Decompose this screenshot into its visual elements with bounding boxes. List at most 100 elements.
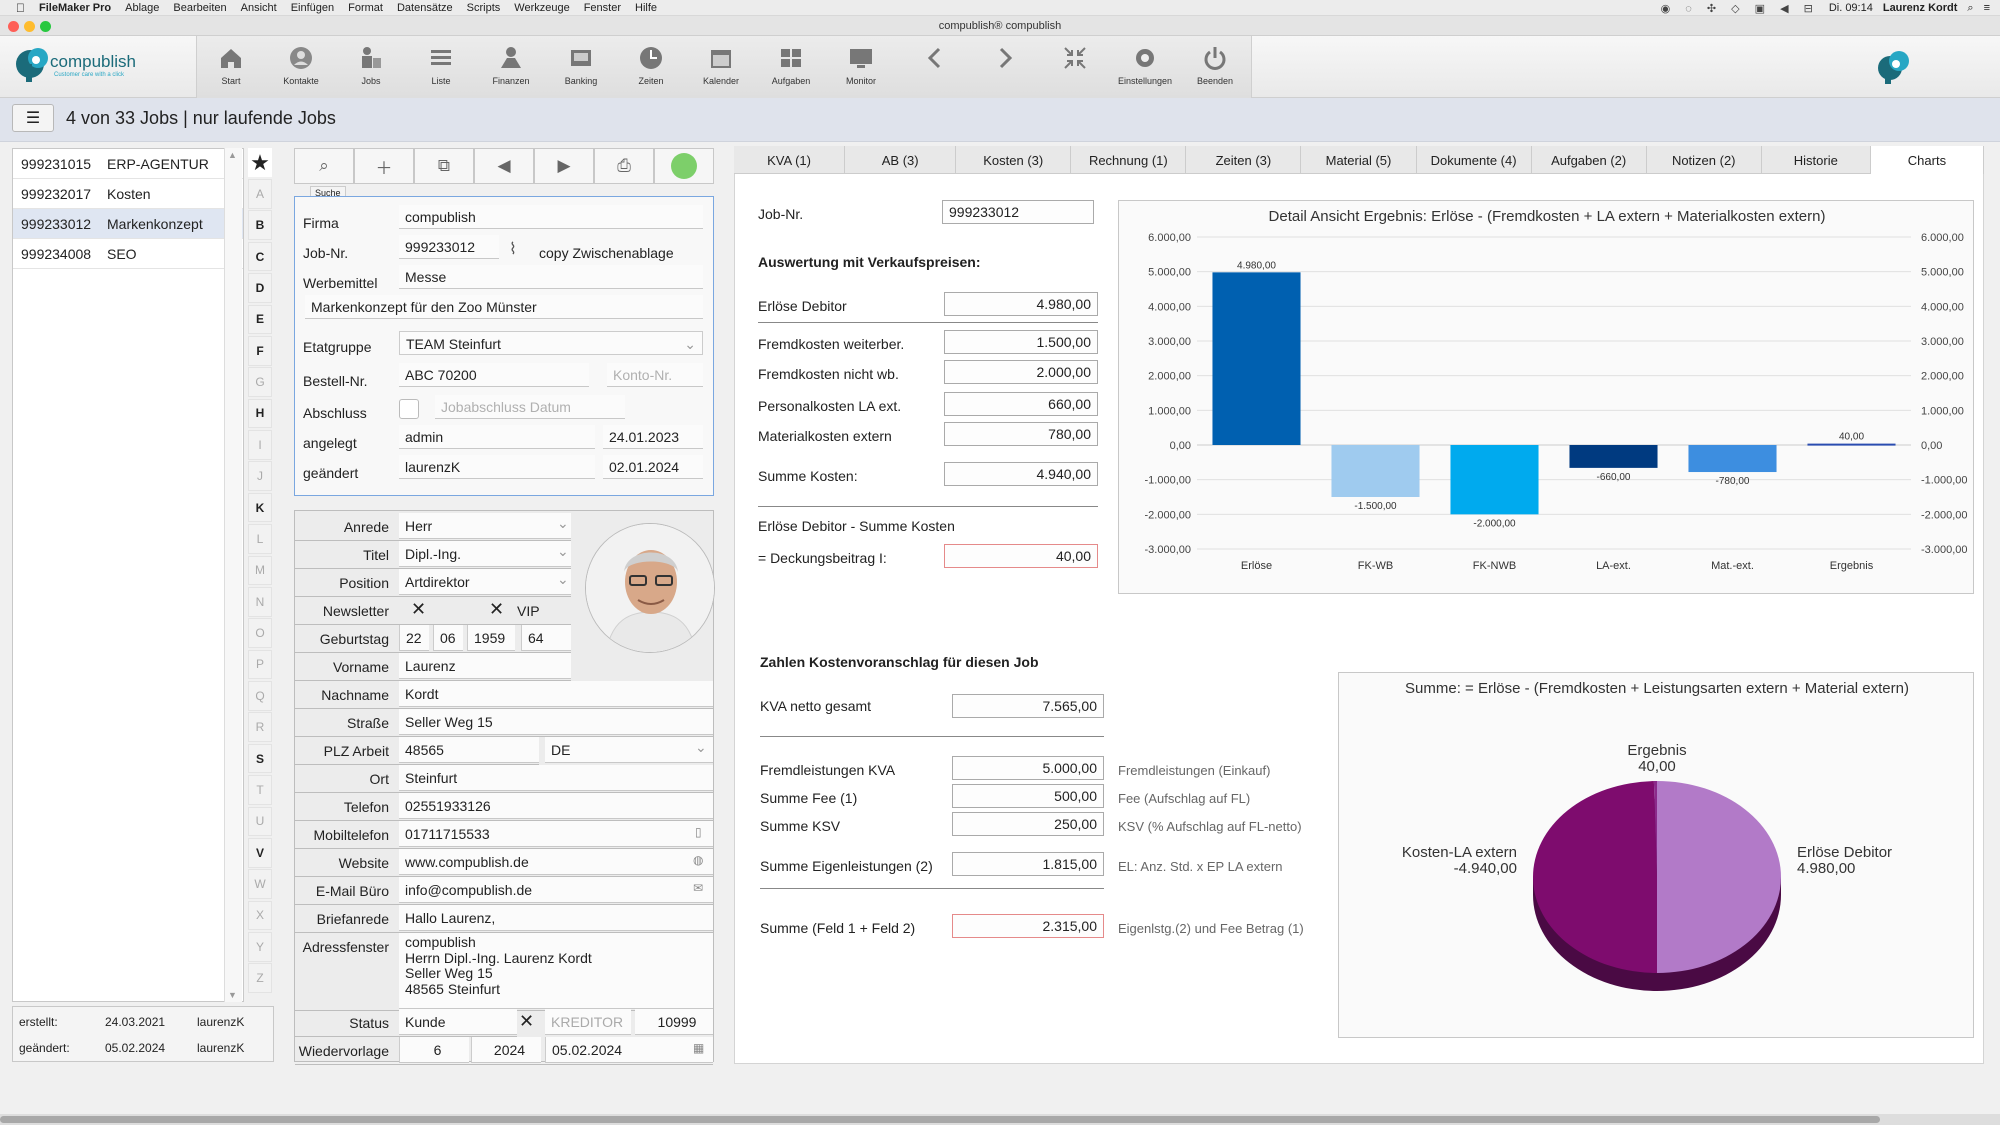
next-record-button[interactable]: ▶ (534, 148, 594, 184)
tab-dokumente[interactable]: Dokumente (4) (1417, 146, 1532, 174)
tab-ab[interactable]: AB (3) (845, 146, 957, 174)
menu-ansicht[interactable]: Ansicht (241, 2, 277, 14)
geburtstag-geb_monat-field[interactable]: 06 (433, 625, 463, 651)
job-list-item[interactable]: 999232017 Kosten (13, 179, 243, 209)
tab-aufgaben[interactable]: Aufgaben (2) (1532, 146, 1647, 174)
horizontal-scrollbar[interactable] (0, 1114, 2000, 1125)
abschluss-checkbox[interactable] (399, 399, 419, 419)
minimize-window-icon[interactable] (24, 21, 35, 32)
alphabet-letter-z[interactable]: Z (248, 963, 272, 994)
newsletter-check-icon[interactable]: ✕ (411, 599, 426, 620)
alphabet-letter-w[interactable]: W (248, 869, 272, 899)
alphabet-letter-v[interactable]: V (248, 837, 272, 868)
alphabet-letter-o[interactable]: O (248, 618, 272, 648)
kva-value[interactable]: 7.565,00 (952, 694, 1104, 718)
nachname-field[interactable]: Kordt (399, 681, 713, 707)
menu-user[interactable]: Laurenz Kordt (1883, 2, 1958, 14)
menu-bearbeiten[interactable]: Bearbeiten (173, 2, 226, 14)
menu-fenster[interactable]: Fenster (584, 2, 621, 14)
status-field[interactable]: Kunde (399, 1009, 517, 1035)
zoom-window-icon[interactable] (40, 21, 51, 32)
mobil-field[interactable]: 01711715533 (399, 821, 713, 847)
werbemittel-field[interactable]: Messe (399, 265, 703, 289)
kontakte-toolbar-button[interactable]: Kontakte (266, 40, 336, 96)
geaendert-date-field[interactable]: 02.01.2024 (603, 455, 703, 479)
wiedervorlage-wv_date-field[interactable]: 05.02.2024 (545, 1037, 713, 1063)
menu-einfügen[interactable]: Einfügen (291, 2, 334, 14)
status-icons[interactable]: ◉ ◌ ✣ ◇ ▣ ◀ ⊟ (1661, 2, 1819, 15)
status-clear-icon[interactable]: ✕ (519, 1011, 534, 1032)
new-record-button[interactable]: ＋ (354, 148, 414, 184)
kva-row-value[interactable]: 500,00 (952, 784, 1104, 808)
beenden-toolbar-button[interactable]: Beenden (1180, 40, 1250, 96)
strasse-field[interactable]: Seller Weg 15 (399, 709, 713, 735)
monitor-toolbar-button[interactable]: Monitor (826, 40, 896, 96)
alphabet-letter-a[interactable]: A (248, 179, 272, 209)
kosten-row-value[interactable]: 2.000,00 (944, 360, 1098, 384)
kva-row-value[interactable]: 2.315,00 (952, 914, 1104, 938)
copy-clipboard-link[interactable]: copy Zwischenablage (539, 245, 674, 261)
menu-scripts[interactable]: Scripts (467, 2, 501, 14)
tab-zeiten[interactable]: Zeiten (3) (1186, 146, 1302, 174)
email-field[interactable]: info@compublish.de (399, 877, 713, 903)
control-center-icon[interactable]: ≡ (1984, 2, 1990, 14)
alphabet-letter-i[interactable]: I (248, 430, 272, 460)
list-toggle-button[interactable]: ☰ (12, 104, 54, 132)
angelegt-date-field[interactable]: 24.01.2023 (603, 425, 703, 449)
alphabet-letter-f[interactable]: F (248, 335, 272, 366)
kalender-toolbar-button[interactable]: Kalender (686, 40, 756, 96)
job-list-item[interactable]: 999233012 Markenkonzept (13, 209, 243, 239)
forward-toolbar-button[interactable] (970, 40, 1040, 96)
menu-ablage[interactable]: Ablage (125, 2, 159, 14)
angelegt-user-field[interactable]: admin (399, 425, 595, 449)
scroll-down-icon[interactable]: ▼ (228, 990, 237, 1000)
abschluss-date-field[interactable]: Jobabschluss Datum (435, 395, 625, 419)
website-field[interactable]: www.compublish.de (399, 849, 713, 875)
firma-field[interactable]: compublish (399, 205, 703, 229)
status-indicator-button[interactable] (654, 148, 714, 184)
tab-charts[interactable]: Charts (1870, 146, 1984, 174)
alphabet-letter-q[interactable]: Q (248, 681, 272, 711)
alphabet-letter-y[interactable]: Y (248, 932, 272, 962)
geaendert-user-field[interactable]: laurenzK (399, 455, 595, 479)
alphabet-letter-j[interactable]: J (248, 461, 272, 492)
scroll-up-icon[interactable]: ▲ (228, 150, 237, 160)
kontonr-field[interactable]: Konto-Nr. (607, 363, 703, 387)
alphabet-letter-p[interactable]: P (248, 649, 272, 680)
alphabet-letter-m[interactable]: M (248, 555, 272, 586)
duplicate-button[interactable]: ⧉ (414, 148, 474, 184)
tab-historie[interactable]: Historie (1762, 146, 1871, 174)
alphabet-letter-b[interactable]: B (248, 210, 272, 241)
tab-notizen[interactable]: Notizen (2) (1647, 146, 1762, 174)
job-description-field[interactable]: Markenkonzept für den Zoo Münster (305, 295, 703, 319)
favorites-star-icon[interactable]: ★ (248, 148, 272, 177)
zeiten-toolbar-button[interactable]: Zeiten (616, 40, 686, 96)
jobnr-field[interactable]: 999233012 (399, 235, 499, 259)
kosten-row-value[interactable]: 660,00 (944, 392, 1098, 416)
bestellnr-field[interactable]: ABC 70200 (399, 363, 589, 387)
alphabet-letter-x[interactable]: X (248, 900, 272, 931)
alphabet-letter-k[interactable]: K (248, 492, 272, 523)
alphabet-letter-u[interactable]: U (248, 806, 272, 837)
etatgruppe-dropdown[interactable]: TEAM Steinfurt ⌄ (399, 331, 703, 355)
spotlight-icon[interactable]: ⌕ (1967, 2, 1973, 15)
job-list-item[interactable]: 999231015 ERP-AGENTUR (13, 149, 243, 179)
briefanrede-field[interactable]: Hallo Laurenz, (399, 905, 713, 931)
vorname-field[interactable]: Laurenz (399, 653, 571, 679)
menu-format[interactable]: Format (348, 2, 383, 14)
menu-app[interactable]: FileMaker Pro (39, 2, 111, 14)
liste-toolbar-button[interactable]: Liste (406, 40, 476, 96)
alphabet-letter-n[interactable]: N (248, 586, 272, 617)
alphabet-letter-e[interactable]: E (248, 304, 272, 335)
menu-werkzeuge[interactable]: Werkzeuge (514, 2, 569, 14)
job-list-scrollbar[interactable]: ▲ ▼ (224, 148, 242, 1002)
menu-hilfe[interactable]: Hilfe (635, 2, 657, 14)
kosten-row-value[interactable]: 780,00 (944, 422, 1098, 446)
tab-kosten[interactable]: Kosten (3) (956, 146, 1072, 174)
previous-record-button[interactable]: ◀ (474, 148, 534, 184)
tab-material[interactable]: Material (5) (1301, 146, 1417, 174)
banking-toolbar-button[interactable]: Banking (546, 40, 616, 96)
aufgaben-toolbar-button[interactable]: Aufgaben (756, 40, 826, 96)
phone-icon[interactable]: ▯ (695, 825, 702, 839)
alphabet-letter-s[interactable]: S (248, 743, 272, 774)
